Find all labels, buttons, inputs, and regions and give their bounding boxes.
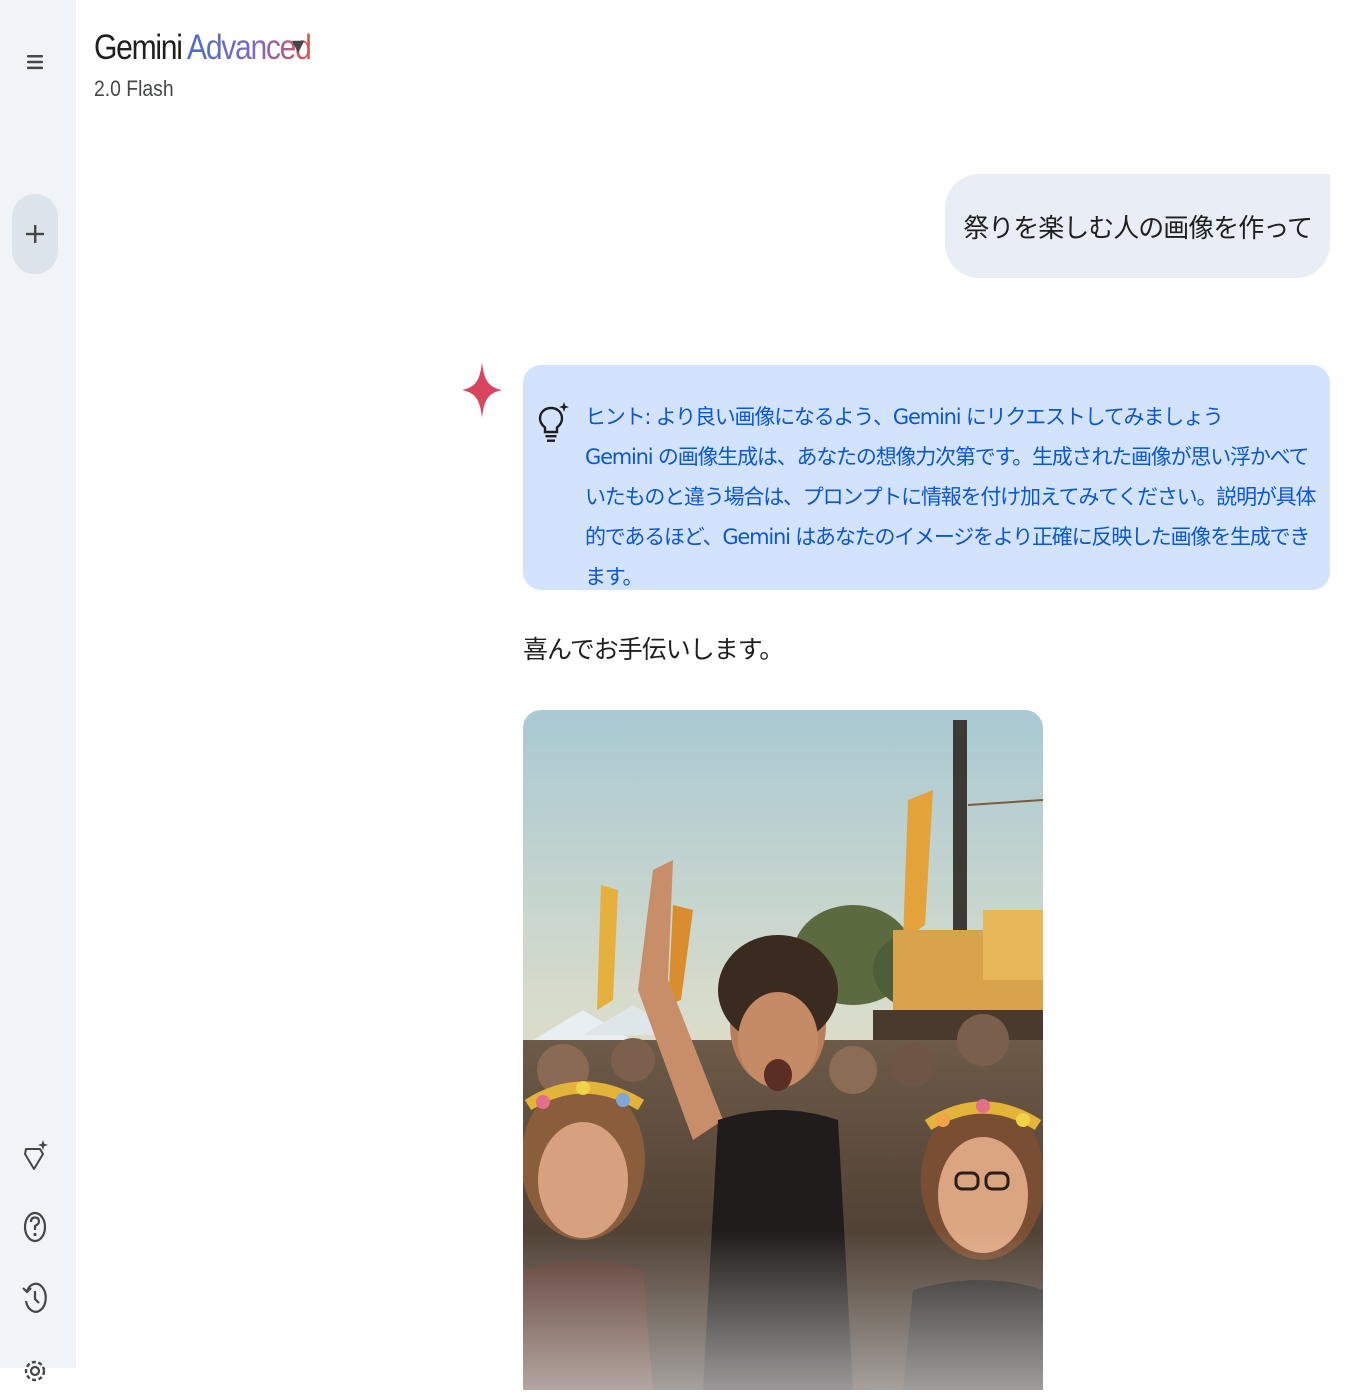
model-name: 2.0 Flash bbox=[94, 76, 174, 101]
dropdown-caret-icon: ▼ bbox=[292, 36, 305, 55]
side-rail bbox=[0, 0, 76, 1382]
generated-image[interactable] bbox=[523, 710, 1043, 1390]
settings-button[interactable] bbox=[0, 1340, 70, 1396]
settings-icon bbox=[24, 1360, 46, 1382]
gemini-spark-icon bbox=[462, 362, 502, 418]
tip-text: ヒント: より良い画像になるよう、Gemini にリクエストしてみましょう Ge… bbox=[585, 397, 1320, 597]
plus-icon bbox=[26, 225, 44, 243]
user-message-bubble: 祭りを楽しむ人の画像を作って bbox=[945, 174, 1330, 278]
gem-manager-icon bbox=[24, 1140, 48, 1170]
tip-body: Gemini の画像生成は、あなたの想像力次第です。生成された画像が思い浮かべて… bbox=[585, 445, 1316, 589]
new-chat-button[interactable] bbox=[12, 194, 58, 274]
user-message-text: 祭りを楽しむ人の画像を作って bbox=[963, 213, 1313, 244]
generated-image-art bbox=[523, 710, 1043, 1390]
brand-name: Gemini bbox=[94, 28, 183, 67]
tip-card: ヒント: より良い画像になるよう、Gemini にリクエストしてみましょう Ge… bbox=[523, 365, 1330, 590]
main-menu-button[interactable] bbox=[0, 34, 70, 90]
help-icon bbox=[23, 1211, 47, 1243]
app-title: Gemini Advanced bbox=[94, 28, 312, 68]
activity-icon bbox=[22, 1282, 47, 1313]
tip-title: ヒント: より良い画像になるよう、Gemini にリクエストしてみましょう bbox=[585, 405, 1224, 429]
model-reply-text: 喜んでお手伝いします。 bbox=[523, 635, 784, 664]
model-switcher-button[interactable]: Gemini Advanced ▼ bbox=[94, 24, 346, 72]
lightbulb-sparkle-icon bbox=[538, 402, 569, 442]
gem-manager-button[interactable] bbox=[0, 1128, 70, 1184]
help-button[interactable] bbox=[0, 1199, 70, 1255]
activity-button[interactable] bbox=[0, 1270, 70, 1326]
hamburger-menu-icon bbox=[27, 55, 43, 70]
